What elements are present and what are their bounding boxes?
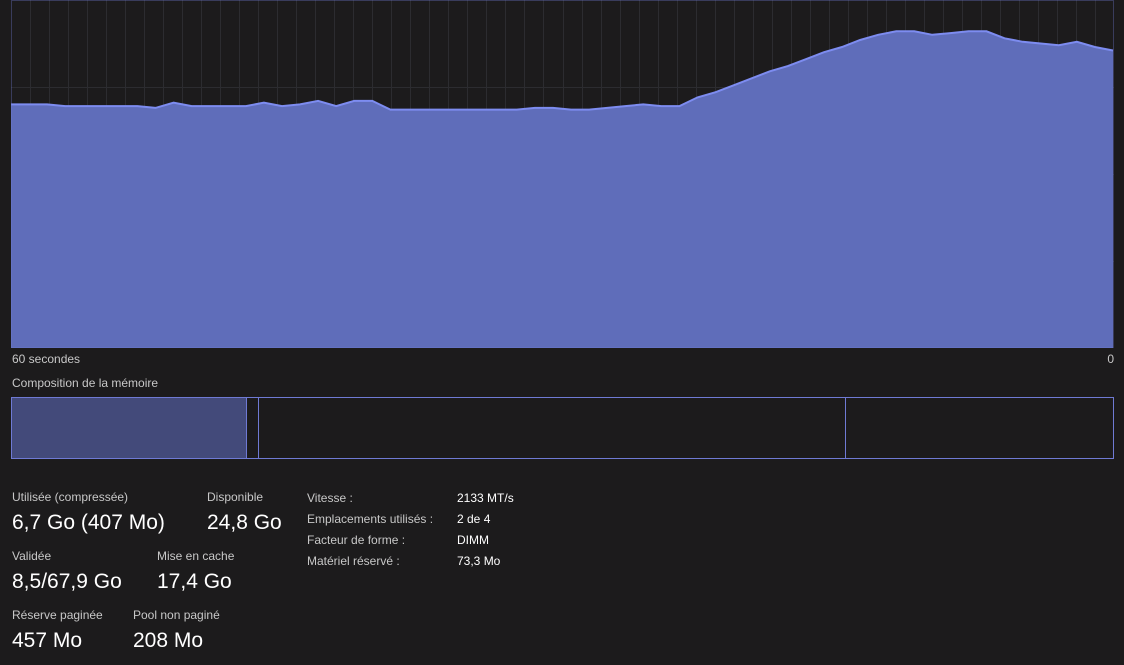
composition-segment-free[interactable] [846, 398, 1113, 458]
stat-nonpaged-pool-value: 208 Mo [133, 629, 204, 652]
stat-committed-value: 8,5/67,9 Go [12, 570, 122, 593]
property-slots-value: 2 de 4 [457, 512, 491, 526]
graph-time-span-label: 60 secondes [12, 352, 81, 366]
property-form-factor-value: DIMM [457, 533, 489, 547]
stat-committed-label: Validée [12, 549, 52, 563]
stat-paged-pool-label: Réserve paginée [12, 608, 103, 622]
property-reserved-key: Matériel réservé : [307, 554, 400, 568]
stat-used-label: Utilisée (compressée) [12, 490, 129, 504]
stat-paged-pool-value: 457 Mo [12, 629, 83, 652]
stat-available-label: Disponible [207, 490, 264, 504]
property-speed-value: 2133 MT/s [457, 491, 514, 505]
property-form-factor-key: Facteur de forme : [307, 533, 406, 547]
stat-cached-label: Mise en cache [157, 549, 235, 563]
property-speed-key: Vitesse : [307, 491, 353, 505]
property-reserved-value: 73,3 Mo [457, 554, 501, 568]
stat-used-value: 6,7 Go (407 Mo) [12, 511, 165, 534]
composition-segment-standby[interactable] [259, 398, 846, 458]
stat-used: Utilisée (compressée) 6,7 Go (407 Mo) [12, 490, 165, 536]
stat-cached-value: 17,4 Go [157, 570, 232, 593]
memory-usage-graph-svg [11, 0, 1114, 348]
stat-nonpaged-pool: Pool non paginé 208 Mo [133, 608, 220, 654]
stat-available: Disponible 24,8 Go [207, 490, 282, 536]
memory-composition-label: Composition de la mémoire [12, 376, 159, 390]
stat-nonpaged-pool-label: Pool non paginé [133, 608, 220, 622]
memory-usage-graph [11, 0, 1114, 348]
stat-committed: Validée 8,5/67,9 Go [12, 549, 122, 595]
stat-available-value: 24,8 Go [207, 511, 282, 534]
stat-paged-pool: Réserve paginée 457 Mo [12, 608, 103, 654]
property-slots-key: Emplacements utilisés : [307, 512, 434, 526]
memory-composition-bar [11, 397, 1114, 459]
composition-segment-in-use[interactable] [12, 398, 247, 458]
composition-segment-modified[interactable] [247, 398, 259, 458]
stat-cached: Mise en cache 17,4 Go [157, 549, 234, 595]
graph-time-end-label: 0 [1107, 352, 1114, 366]
memory-performance-panel: 60 secondes 0 Composition de la mémoire … [0, 0, 1124, 665]
